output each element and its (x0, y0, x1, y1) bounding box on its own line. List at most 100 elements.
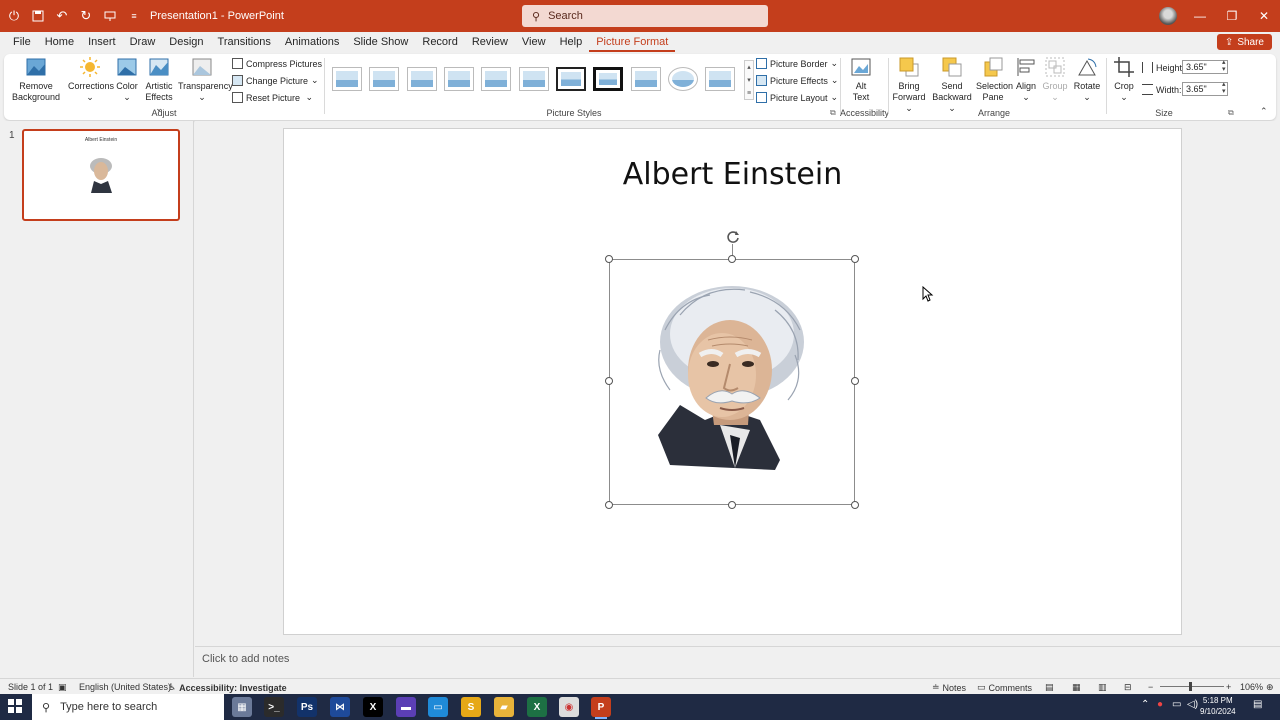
windows-start-icon[interactable] (8, 699, 22, 713)
tab-insert[interactable]: Insert (81, 32, 123, 52)
compress-pictures-button[interactable]: Compress Pictures (232, 58, 322, 69)
resize-handle-top-right[interactable] (851, 255, 859, 263)
collapse-ribbon-icon[interactable]: ⌃ (1260, 106, 1268, 117)
group-button[interactable]: Group ⌄ (1042, 56, 1068, 103)
reset-picture-button[interactable]: Reset Picture ⌄ (232, 92, 313, 103)
picture-effects-button[interactable]: Picture Effects ⌄ (756, 75, 838, 86)
zoom-slider[interactable] (1160, 686, 1224, 687)
change-picture-button[interactable]: Change Picture ⌄ (232, 75, 319, 86)
slide-thumbnail[interactable]: Albert Einstein (22, 129, 180, 221)
vscode-icon[interactable]: ⋈ (330, 697, 350, 717)
tab-file[interactable]: File (6, 32, 38, 52)
accessibility-status[interactable]: ♿ Accessibility: Investigate (168, 682, 287, 693)
resize-handle-bottom[interactable] (728, 501, 736, 509)
notes-toggle[interactable]: ≐ Notes (932, 682, 966, 693)
size-launcher-icon[interactable]: ⧉ (1228, 108, 1234, 118)
network-icon[interactable]: ▭ (1172, 699, 1181, 710)
alt-text-button[interactable]: Alt Text (846, 56, 876, 103)
file-explorer-icon[interactable]: ▰ (494, 697, 514, 717)
resize-handle-left[interactable] (605, 377, 613, 385)
spell-check-icon[interactable]: ▣ (58, 682, 67, 693)
undo-icon[interactable]: ↶ (52, 6, 72, 26)
close-button[interactable]: ✕ (1248, 0, 1280, 32)
notes-pane[interactable]: Click to add notes (195, 646, 1280, 677)
rotate-handle-icon[interactable] (725, 229, 741, 245)
fit-to-window-icon[interactable]: ⊕ (1266, 682, 1274, 693)
language[interactable]: English (United States) (79, 682, 171, 692)
save-icon[interactable] (28, 6, 48, 26)
picture-style-3[interactable] (407, 67, 437, 91)
transparency-button[interactable]: Transparency ⌄ (178, 56, 233, 103)
tab-help[interactable]: Help (553, 32, 590, 52)
resize-handle-bottom-right[interactable] (851, 501, 859, 509)
tab-record[interactable]: Record (415, 32, 464, 52)
width-spinner[interactable]: ▴ ▾ (1222, 81, 1226, 95)
align-button[interactable]: Align ⌄ (1014, 56, 1038, 103)
normal-view-icon[interactable]: ▤ (1045, 682, 1054, 693)
picture-style-6[interactable] (519, 67, 549, 91)
tab-view[interactable]: View (515, 32, 553, 52)
bring-forward-button[interactable]: Bring Forward ⌄ (890, 56, 928, 114)
minimize-button[interactable]: — (1184, 0, 1216, 32)
height-spinner[interactable]: ▴ ▾ (1222, 59, 1226, 73)
corrections-button[interactable]: Corrections ⌄ (68, 56, 114, 103)
reading-view-icon[interactable]: ▥ (1098, 682, 1107, 693)
tab-picture-format[interactable]: Picture Format (589, 32, 676, 52)
sublime-icon[interactable]: S (461, 697, 481, 717)
picture-style-1[interactable] (332, 67, 362, 91)
picture-style-10[interactable] (668, 67, 698, 91)
taskbar-search[interactable]: ⚲ Type here to search (32, 694, 224, 720)
zoom-level[interactable]: 106% (1240, 682, 1263, 692)
tab-slide-show[interactable]: Slide Show (346, 32, 415, 52)
slide-title[interactable]: Albert Einstein (284, 157, 1181, 192)
taskbar-clock[interactable]: 5:18 PM 9/10/2024 (1200, 695, 1236, 717)
zoom-slider-thumb[interactable] (1189, 682, 1192, 691)
search-box[interactable]: ⚲ Search (522, 5, 768, 27)
artistic-effects-button[interactable]: Artistic Effects ⌄ (142, 56, 176, 114)
picture-style-8[interactable] (593, 67, 623, 91)
resize-handle-bottom-left[interactable] (605, 501, 613, 509)
picture-border-button[interactable]: Picture Border ⌄ (756, 58, 838, 69)
autosave-icon[interactable]: ⏻ (4, 6, 24, 26)
present-icon[interactable] (100, 6, 120, 26)
resize-handle-right[interactable] (851, 377, 859, 385)
x-icon[interactable]: X (363, 697, 383, 717)
picture-layout-button[interactable]: Picture Layout ⌄ (756, 92, 838, 103)
color-button[interactable]: Color ⌄ (116, 56, 138, 103)
picture-style-4[interactable] (444, 67, 474, 91)
tray-chevron-icon[interactable]: ⌃ (1141, 699, 1149, 710)
media-app-icon[interactable]: ▬ (396, 697, 416, 717)
maximize-button[interactable]: ❐ (1216, 0, 1248, 32)
selection-pane-button[interactable]: Selection Pane (976, 56, 1013, 103)
tray-record-icon[interactable]: ● (1157, 699, 1163, 710)
chrome-icon[interactable]: ◉ (559, 697, 579, 717)
crop-button[interactable]: Crop ⌄ (1112, 56, 1136, 103)
picture-styles-launcher-icon[interactable]: ⧉ (830, 108, 836, 118)
notification-icon[interactable]: ▤ (1253, 699, 1262, 710)
powerpoint-icon[interactable]: P (591, 697, 611, 719)
terminal-icon[interactable]: >_ (264, 697, 284, 717)
tab-transitions[interactable]: Transitions (211, 32, 278, 52)
picture-style-7[interactable] (556, 67, 586, 91)
tab-home[interactable]: Home (38, 32, 81, 52)
selected-picture[interactable] (609, 259, 855, 505)
zoom-out-icon[interactable]: − (1148, 682, 1153, 692)
resize-handle-top[interactable] (728, 255, 736, 263)
volume-icon[interactable]: ◁) (1187, 699, 1198, 710)
task-view-icon[interactable]: ▦ (232, 697, 252, 717)
photoshop-icon[interactable]: Ps (297, 697, 317, 717)
tab-draw[interactable]: Draw (123, 32, 163, 52)
picture-style-2[interactable] (369, 67, 399, 91)
resize-handle-top-left[interactable] (605, 255, 613, 263)
rotate-button[interactable]: Rotate ⌄ (1072, 56, 1102, 103)
slide-sorter-icon[interactable]: ▦ (1072, 682, 1081, 693)
tab-review[interactable]: Review (465, 32, 515, 52)
zoom-in-icon[interactable]: + (1226, 682, 1231, 692)
app-icon[interactable]: ▭ (428, 697, 448, 717)
customize-qat-icon[interactable]: ≡ (124, 6, 144, 26)
send-backward-button[interactable]: Send Backward ⌄ (930, 56, 974, 114)
tab-animations[interactable]: Animations (278, 32, 346, 52)
remove-background-button[interactable]: Remove Background (12, 56, 60, 103)
tab-design[interactable]: Design (162, 32, 210, 52)
share-button[interactable]: ⇪ Share (1216, 34, 1272, 50)
